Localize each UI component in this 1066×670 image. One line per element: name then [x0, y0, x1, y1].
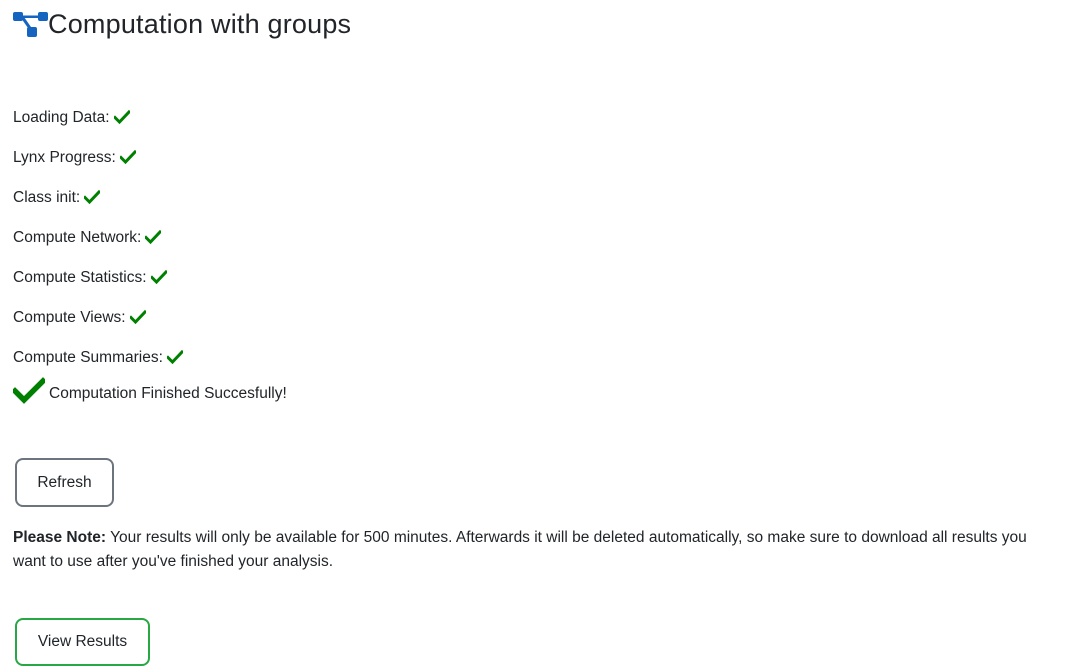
completion-message: Computation Finished Succesfully! — [13, 377, 287, 408]
status-row-compute-statistics: Compute Statistics: — [13, 258, 183, 298]
completion-text: Computation Finished Succesfully! — [49, 385, 287, 402]
status-label: Loading Data: — [13, 109, 110, 126]
note-text: Your results will only be available for … — [13, 529, 1027, 570]
status-label: Compute Views: — [13, 309, 126, 326]
page-title: Computation with groups — [48, 8, 352, 39]
view-results-button[interactable]: View Results — [15, 618, 150, 666]
status-row-loading-data: Loading Data: — [13, 98, 183, 138]
check-icon — [166, 350, 183, 364]
check-icon — [145, 230, 162, 244]
check-icon — [84, 190, 101, 204]
status-label: Compute Summaries: — [13, 349, 163, 366]
status-row-compute-views: Compute Views: — [13, 298, 183, 338]
check-icon — [129, 310, 146, 324]
check-icon — [150, 270, 167, 284]
status-list: Loading Data: Lynx Progress: Class init:… — [13, 98, 183, 378]
status-row-lynx-progress: Lynx Progress: — [13, 138, 183, 178]
check-icon — [13, 377, 45, 404]
check-icon — [119, 150, 136, 164]
status-label: Compute Network: — [13, 229, 142, 246]
refresh-button[interactable]: Refresh — [15, 458, 114, 507]
status-label: Compute Statistics: — [13, 269, 147, 286]
status-label: Class init: — [13, 189, 81, 206]
retention-note: Please Note: Your results will only be a… — [13, 526, 1063, 574]
status-label: Lynx Progress: — [13, 149, 116, 166]
status-row-class-init: Class init: — [13, 178, 183, 218]
check-icon — [113, 110, 130, 124]
status-row-compute-summaries: Compute Summaries: — [13, 338, 183, 378]
page-header: Computation with groups — [13, 6, 351, 42]
note-heading: Please Note: — [13, 529, 107, 546]
status-row-compute-network: Compute Network: — [13, 218, 183, 258]
page: Computation with groups Loading Data: Ly… — [0, 0, 1066, 670]
sitemap-icon — [13, 12, 48, 37]
